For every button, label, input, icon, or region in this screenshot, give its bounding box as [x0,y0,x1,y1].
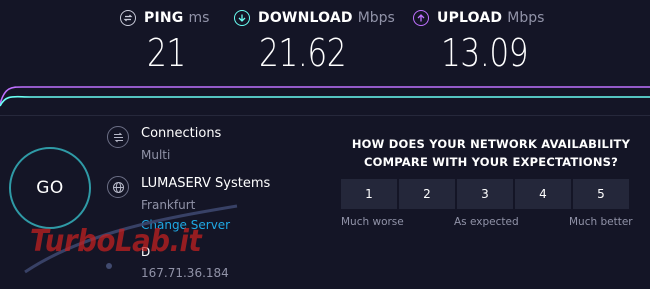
server-name: LUMASERV Systems [141,176,271,191]
upload-value: 13.09 [441,31,529,75]
upload-unit: Mbps [507,10,545,26]
download-header: DOWNLOAD Mbps [234,8,395,28]
upload-arrow-icon [413,10,429,26]
survey-question: HOW DOES YOUR NETWORK AVAILABILITY COMPA… [331,135,650,171]
rating-scale: 1 2 3 4 5 [341,179,629,209]
download-value: 21.62 [259,31,347,75]
ping-unit: ms [188,10,210,26]
ping-value: 21 [147,31,186,75]
scale-label-high: Much better [569,216,633,228]
speed-graph [0,86,650,107]
section-divider [0,115,650,116]
upload-label: UPLOAD [437,10,503,26]
scale-label-mid: As expected [454,216,519,228]
download-unit: Mbps [357,10,395,26]
upload-metric: UPLOAD Mbps 13.09 [413,8,544,75]
connections-title: Connections [141,126,222,141]
scale-label-low: Much worse [341,216,404,228]
download-arrow-icon [234,10,250,26]
rating-option-1[interactable]: 1 [341,179,397,209]
ping-header: PING ms [120,8,209,28]
connections-value: Multi [141,148,171,162]
globe-icon [107,176,129,198]
download-metric: DOWNLOAD Mbps 21.62 [234,8,395,75]
watermark-logo: TurboLab.it [30,224,202,259]
rating-option-4[interactable]: 4 [515,179,571,209]
download-label: DOWNLOAD [258,10,353,26]
rating-option-3[interactable]: 3 [457,179,513,209]
ping-metric: PING ms 21 [120,8,209,75]
rating-option-5[interactable]: 5 [573,179,629,209]
go-button-label: GO [36,178,64,198]
rating-option-2[interactable]: 2 [399,179,455,209]
upload-graph-line [0,86,650,105]
ping-label: PING [144,10,184,26]
ping-icon [120,10,136,26]
download-graph-line [0,95,650,107]
upload-header: UPLOAD Mbps [413,8,544,28]
survey-question-line1: HOW DOES YOUR NETWORK AVAILABILITY [351,137,631,151]
survey-question-line2: COMPARE WITH YOUR EXPECTATIONS? [363,155,619,169]
connections-icon [107,126,129,148]
